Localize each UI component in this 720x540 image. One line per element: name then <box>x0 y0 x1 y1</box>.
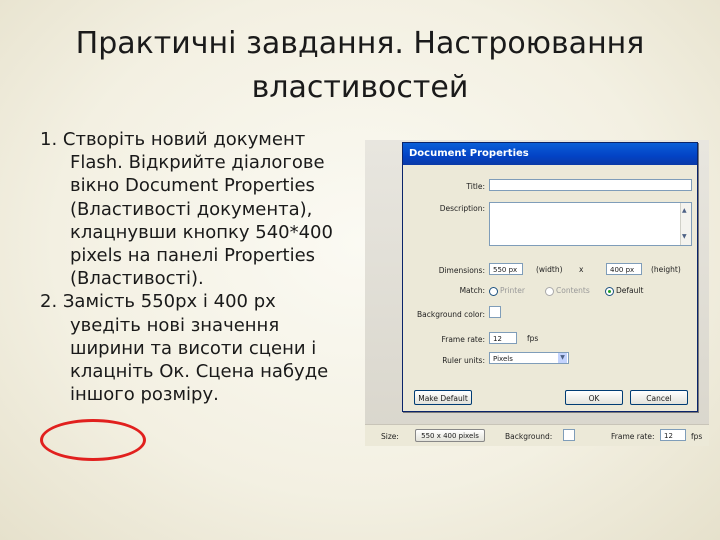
chevron-down-icon[interactable]: ▼ <box>558 353 567 363</box>
background-swatch[interactable] <box>563 429 575 441</box>
bg-color-label: Background color: <box>417 310 485 319</box>
ruler-units-select[interactable]: Pixels ▼ <box>489 352 569 364</box>
dialog-titlebar: Document Properties <box>403 143 697 165</box>
match-contents-label: Contents <box>556 286 590 295</box>
match-printer-label: Printer <box>500 286 525 295</box>
title-input[interactable] <box>489 179 692 191</box>
description-scrollbar[interactable]: ▲ ▼ <box>680 203 691 245</box>
properties-panel: Size: 550 x 400 pixels Background: Frame… <box>365 424 709 446</box>
instruction-item-2: 2. Замість 550px і 400 px уведіть нові з… <box>40 291 329 406</box>
document-properties-dialog: Document Properties Title: Description: … <box>402 142 698 412</box>
ruler-units-value: Pixels <box>493 355 513 363</box>
match-default-label: Default <box>616 286 644 295</box>
make-default-button[interactable]: Make Default <box>414 390 472 405</box>
instructions: 1. Створіть новий документ Flash. Відкри… <box>40 128 350 406</box>
width-input[interactable]: 550 px <box>489 263 523 275</box>
dimension-separator: x <box>579 265 584 274</box>
scroll-down-icon[interactable]: ▼ <box>682 231 687 243</box>
size-button[interactable]: 550 x 400 pixels <box>415 429 485 442</box>
slide-title: Практичні завдання. Настроювання властив… <box>20 22 700 110</box>
match-printer-radio[interactable] <box>489 287 498 296</box>
slide-title-line1: Практичні завдання. Настроювання <box>75 26 645 61</box>
dimensions-label: Dimensions: <box>438 266 485 275</box>
ok-button[interactable]: OK <box>565 390 623 405</box>
height-caption: (height) <box>651 265 681 274</box>
highlight-ellipse <box>40 419 146 461</box>
frame-rate-input[interactable]: 12 <box>489 332 517 344</box>
match-contents-radio[interactable] <box>545 287 554 296</box>
height-input[interactable]: 400 px <box>606 263 642 275</box>
frame-rate-label: Frame rate: <box>441 335 485 344</box>
match-label: Match: <box>459 286 485 295</box>
status-frame-rate-input[interactable]: 12 <box>660 429 686 441</box>
instruction-item-1: 1. Створіть новий документ Flash. Відкри… <box>40 129 333 290</box>
title-label: Title: <box>466 182 485 191</box>
fps-label: fps <box>527 334 539 343</box>
description-label: Description: <box>439 204 485 213</box>
cancel-button[interactable]: Cancel <box>630 390 688 405</box>
ruler-units-label: Ruler units: <box>442 356 485 365</box>
bg-color-swatch[interactable] <box>489 306 501 318</box>
size-label: Size: <box>381 432 399 441</box>
width-caption: (width) <box>536 265 563 274</box>
status-fps-label: fps <box>691 432 703 441</box>
background-label: Background: <box>505 432 553 441</box>
flash-screenshot: Document Properties Title: Description: … <box>365 140 709 446</box>
status-frame-rate-label: Frame rate: <box>611 432 655 441</box>
match-default-radio[interactable] <box>605 287 614 296</box>
description-input[interactable]: ▲ ▼ <box>489 202 692 246</box>
scroll-up-icon[interactable]: ▲ <box>682 205 687 217</box>
slide-title-line2: властивостей <box>251 70 469 105</box>
